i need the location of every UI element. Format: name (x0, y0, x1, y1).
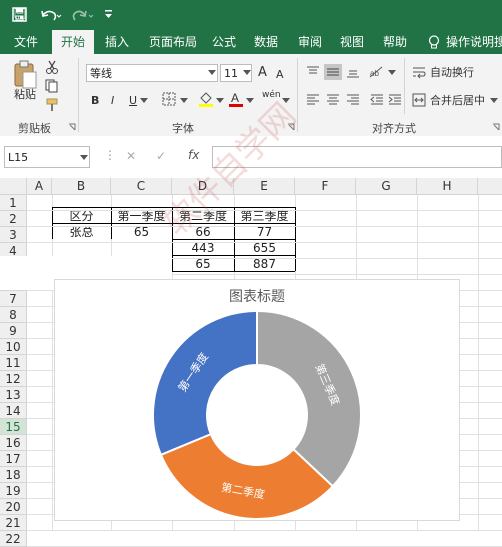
borders-icon[interactable] (162, 92, 176, 106)
fill-color-icon[interactable] (198, 90, 214, 108)
row-header-19[interactable]: 19 (0, 483, 27, 499)
dialog-launcher-icon[interactable] (492, 123, 500, 131)
row-header-3[interactable]: 3 (0, 227, 27, 243)
column-header-a[interactable]: A (27, 178, 52, 195)
slice-1[interactable] (152, 309, 258, 457)
wrap-text-button[interactable]: 自动换行 (430, 66, 474, 80)
redo-icon[interactable] (72, 7, 94, 23)
merge-center-button[interactable]: 合并后居中 (430, 94, 485, 108)
align-bottom-icon[interactable] (346, 66, 360, 78)
select-all-corner[interactable] (0, 178, 27, 195)
italic-button[interactable]: I (111, 94, 114, 108)
chevron-down-icon[interactable] (208, 70, 216, 76)
font-color-icon[interactable]: A (228, 90, 244, 108)
row-header-11[interactable]: 11 (0, 355, 27, 371)
chevron-down-icon[interactable] (140, 98, 148, 104)
row-header-9[interactable]: 9 (0, 323, 27, 339)
save-icon-graphic[interactable] (12, 7, 28, 23)
row-header-8[interactable]: 8 (0, 307, 27, 323)
title-bar: 🖫 (0, 0, 502, 30)
svg-text:ab: ab (370, 69, 379, 78)
customize-icon[interactable] (104, 9, 114, 21)
tab-view[interactable]: 视图 (334, 30, 370, 54)
dialog-launcher-icon[interactable] (68, 123, 76, 131)
tab-insert[interactable]: 插入 (98, 30, 136, 54)
row-header-1[interactable]: 1 (0, 195, 27, 211)
font-name-select[interactable]: 等线 (86, 64, 218, 82)
cut-icon[interactable] (45, 60, 59, 74)
paste-button[interactable]: 粘贴 (14, 88, 36, 102)
row-header-18[interactable]: 18 (0, 467, 27, 483)
merge-center-icon[interactable] (412, 93, 426, 107)
row-header-21[interactable]: 21 (0, 515, 27, 531)
format-painter-icon[interactable] (45, 98, 61, 112)
tab-review[interactable]: 审阅 (292, 30, 328, 54)
chevron-down-icon[interactable] (490, 98, 498, 104)
row-header-16[interactable]: 16 (0, 435, 27, 451)
alignment-group-label: 对齐方式 (372, 122, 416, 135)
row-header-10[interactable]: 10 (0, 339, 27, 355)
underline-button[interactable]: U (129, 94, 137, 108)
tab-help[interactable]: 帮助 (377, 30, 413, 54)
column-header-b[interactable]: B (52, 178, 111, 195)
row-header-22[interactable]: 22 (0, 531, 27, 547)
row-header-14[interactable]: 14 (0, 403, 27, 419)
svg-text:A: A (231, 91, 239, 105)
row-header-12[interactable]: 12 (0, 371, 27, 387)
decrease-indent-icon[interactable] (370, 94, 384, 106)
row-header-20[interactable]: 20 (0, 499, 27, 515)
enter-icon[interactable]: ✓ (156, 149, 166, 163)
align-center-icon[interactable] (326, 94, 340, 106)
align-middle-icon[interactable] (324, 64, 342, 80)
tell-me-search[interactable]: 操作说明搜 (446, 30, 502, 54)
column-header-f[interactable]: F (295, 178, 356, 195)
paste-icon[interactable] (12, 60, 38, 90)
chevron-down-icon[interactable] (246, 98, 254, 104)
shrink-font-button[interactable]: A (276, 68, 284, 82)
orientation-icon[interactable]: ab (368, 64, 386, 80)
chevron-down-icon[interactable] (216, 98, 224, 104)
row-header-15[interactable]: 15 (0, 419, 27, 435)
column-header-i[interactable] (478, 178, 502, 195)
column-header-h[interactable]: H (417, 178, 478, 195)
chevron-down-icon[interactable] (180, 98, 188, 104)
align-left-icon[interactable] (306, 94, 320, 106)
name-box[interactable]: L15 (4, 146, 90, 168)
cancel-icon[interactable]: ✕ (126, 149, 136, 163)
font-group-label: 字体 (172, 122, 194, 135)
tab-page-layout[interactable]: 页面布局 (142, 30, 204, 54)
tab-data[interactable]: 数据 (248, 30, 284, 54)
increase-indent-icon[interactable] (388, 94, 402, 106)
chevron-down-icon[interactable] (80, 155, 88, 161)
doughnut-chart[interactable]: 图表标题 第三季度 第二季度 第一季度 (54, 279, 460, 521)
copy-icon[interactable] (45, 79, 63, 93)
column-header-g[interactable]: G (356, 178, 417, 195)
row-header-17[interactable]: 17 (0, 451, 27, 467)
row-header-7[interactable]: 7 (0, 291, 27, 307)
align-right-icon[interactable] (346, 94, 360, 106)
chevron-down-icon[interactable] (388, 70, 396, 76)
lightbulb-icon[interactable] (428, 35, 440, 50)
tab-formulas[interactable]: 公式 (206, 30, 242, 54)
ribbon-tabs: 文件 开始 插入 页面布局 公式 数据 审阅 视图 帮助 操作说明搜 (0, 30, 502, 54)
grow-font-button[interactable]: A (258, 66, 267, 80)
row-header-13[interactable]: 13 (0, 387, 27, 403)
undo-icon[interactable] (40, 7, 62, 23)
more-dots-icon: ⋮ (104, 148, 116, 162)
bold-button[interactable]: B (91, 94, 99, 108)
doughnut-plot: 第三季度第二季度第一季度 (152, 309, 362, 520)
tab-file[interactable]: 文件 (6, 30, 46, 54)
slice-3[interactable] (256, 309, 362, 488)
column-header-c[interactable]: C (111, 178, 172, 195)
align-top-icon[interactable] (306, 66, 320, 78)
insert-function-icon[interactable]: fx (188, 148, 199, 162)
row-header-2[interactable]: 2 (0, 211, 27, 227)
clipboard-group-label: 剪贴板 (18, 122, 51, 135)
chevron-down-icon[interactable] (243, 70, 251, 76)
wrap-text-icon[interactable] (412, 66, 426, 80)
tab-home[interactable]: 开始 (52, 30, 94, 54)
